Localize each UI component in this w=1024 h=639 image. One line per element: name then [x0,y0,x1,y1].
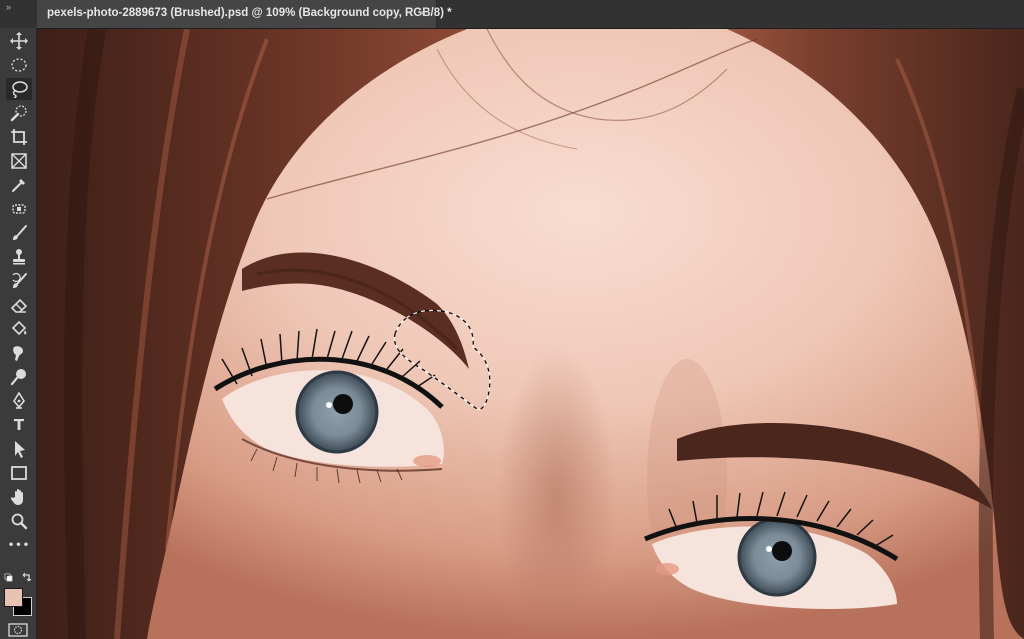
move-tool[interactable] [6,30,32,52]
eraser-icon [10,298,28,313]
path-selection-tool[interactable] [6,438,32,460]
crop-icon [11,129,27,145]
pen-icon [13,392,25,409]
eyedropper-tool[interactable] [6,174,32,196]
rectangle-icon [11,466,27,480]
eyedropper-icon [12,179,25,192]
pen-tool[interactable] [6,390,32,412]
move-icon [10,32,28,50]
frame-icon [11,153,27,169]
type-icon: T [13,416,25,434]
paint-bucket-tool[interactable] [6,318,32,340]
brush-icon [13,225,27,240]
elliptical-marquee-icon [11,58,27,72]
close-tab-icon[interactable]: × [418,6,425,20]
type-tool[interactable]: T [6,414,32,436]
quick-selection-icon [10,105,27,122]
quick-mask-icon[interactable] [8,623,28,637]
lasso-tool[interactable] [6,78,32,100]
swap-default-colors[interactable] [4,572,34,584]
smudge-tool[interactable] [6,342,32,364]
photo-portrait [37,29,1024,639]
lasso-icon [12,81,28,98]
document-canvas[interactable] [37,29,1024,639]
foreground-color-swatch[interactable] [4,588,23,607]
tools-panel: T ••• [0,28,37,639]
stamp-icon [13,249,25,265]
history-brush-icon [12,272,27,288]
eraser-tool[interactable] [6,294,32,316]
document-tab[interactable]: pexels-photo-2889673 (Brushed).psd @ 109… [37,0,452,28]
dodge-icon [10,369,26,386]
hand-icon [10,489,23,505]
quick-selection-tool[interactable] [6,102,32,124]
healing-brush-tool[interactable] [6,198,32,220]
brush-tool[interactable] [6,222,32,244]
document-tab-title: pexels-photo-2889673 (Brushed).psd @ 109… [47,7,452,19]
history-brush-tool[interactable] [6,270,32,292]
frame-tool[interactable] [6,150,32,172]
rectangle-tool[interactable] [6,462,32,484]
crop-tool[interactable] [6,126,32,148]
marquee-tool[interactable] [6,54,32,76]
dodge-tool[interactable] [6,366,32,388]
more-icon: ••• [7,539,31,551]
arrow-icon [15,441,25,458]
panel-collapse-icon[interactable]: » [6,2,11,12]
hand-tool[interactable] [6,486,32,508]
spot-healing-icon [12,204,26,214]
photoshop-window: » pexels-photo-2889673 (Brushed).psd @ 1… [0,0,1024,639]
smudge-icon [13,346,23,361]
clone-stamp-tool[interactable] [6,246,32,268]
zoom-tool[interactable] [6,510,32,532]
edit-toolbar-button[interactable]: ••• [6,534,32,556]
document-tab-bar: » pexels-photo-2889673 (Brushed).psd @ 1… [0,0,1024,29]
zoom-icon [11,513,28,530]
paint-bucket-icon [11,320,27,336]
